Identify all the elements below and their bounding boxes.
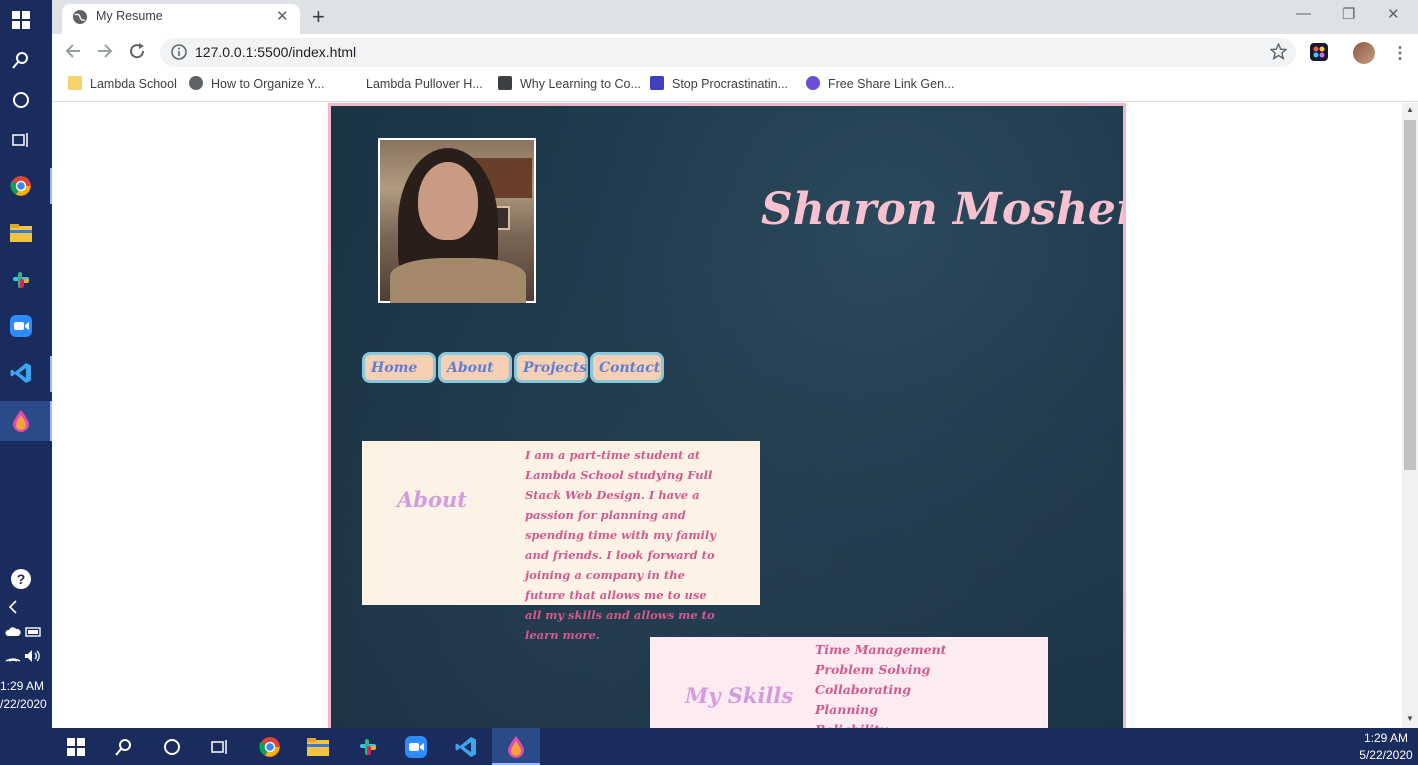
scrollbar-thumb[interactable] — [1404, 120, 1416, 470]
nav-home[interactable]: Home — [362, 352, 436, 383]
file-explorer-icon[interactable] — [306, 735, 330, 759]
taskbar-clock-date[interactable]: 5/22/2020 — [1356, 748, 1416, 762]
resume-page: Sharon Mosher Home About Projects Contac… — [328, 103, 1126, 728]
doc-icon — [498, 76, 512, 90]
skills-list: Time Management Problem Solving Collabor… — [815, 640, 946, 728]
chevron-left-icon[interactable] — [0, 594, 26, 620]
page-title: Sharon Mosher — [761, 184, 1126, 235]
search-icon[interactable] — [8, 47, 34, 73]
bookmark-why-learning[interactable]: Why Learning to Co... — [498, 76, 641, 91]
help-icon[interactable]: ? — [8, 566, 34, 592]
nav-about[interactable]: About — [438, 352, 512, 383]
windows-start-icon[interactable] — [64, 735, 88, 759]
search-icon[interactable] — [112, 735, 136, 759]
volume-icon[interactable] — [20, 643, 46, 669]
globe-icon — [189, 76, 203, 90]
skills-section: My Skills Time Management Problem Solvin… — [650, 637, 1048, 728]
lambda-icon — [344, 76, 358, 90]
chrome-icon[interactable] — [8, 173, 34, 199]
profile-photo — [378, 138, 536, 303]
skill-item: Reliability — [815, 720, 946, 728]
tab-close-icon[interactable]: ✕ — [276, 7, 289, 25]
bookmark-lambda-school[interactable]: Lambda School — [68, 76, 177, 91]
slack-icon[interactable] — [8, 267, 34, 293]
about-text: I am a part-time student at Lambda Schoo… — [525, 448, 716, 642]
skills-heading: My Skills — [685, 683, 794, 708]
close-window-icon[interactable]: ✕ — [1387, 5, 1400, 23]
bookmark-lambda-pullover[interactable]: Lambda Pullover H... — [344, 76, 483, 91]
skill-item: Problem Solving — [815, 662, 931, 677]
globe-icon — [72, 9, 88, 30]
zoom-icon[interactable] — [404, 735, 428, 759]
page-viewport: Sharon Mosher Home About Projects Contac… — [52, 103, 1402, 728]
paint-drop-icon[interactable] — [8, 408, 34, 434]
back-icon[interactable] — [64, 42, 82, 65]
chrome-icon[interactable] — [258, 735, 282, 759]
bookmark-free-share-link[interactable]: Free Share Link Gen... — [806, 76, 954, 91]
battery-icon[interactable] — [20, 619, 46, 645]
cortana-icon[interactable] — [8, 87, 34, 113]
bookmark-how-to-organize[interactable]: How to Organize Y... — [189, 76, 325, 91]
scroll-down-icon[interactable]: ▼ — [1406, 714, 1414, 723]
svg-text:?: ? — [17, 571, 26, 587]
cortana-icon[interactable] — [160, 735, 184, 759]
skill-item: Collaborating — [815, 682, 911, 697]
tab-title: My Resume — [96, 9, 163, 23]
restore-icon[interactable]: ❐ — [1342, 5, 1355, 23]
taskbar-clock-time[interactable]: 1:29 AM — [1356, 731, 1416, 745]
forward-icon[interactable] — [96, 42, 114, 65]
task-view-icon[interactable] — [8, 127, 34, 153]
paint-drop-icon[interactable] — [504, 735, 528, 759]
bookmark-stop-procrastinating[interactable]: Stop Procrastinatin... — [650, 76, 788, 91]
sidebar-time: 1:29 AM — [0, 679, 45, 693]
menu-kebab-icon[interactable]: ⋮ — [1392, 43, 1408, 63]
nav-contact[interactable]: Contact — [590, 352, 664, 383]
video-icon — [650, 76, 664, 90]
slack-icon[interactable] — [356, 735, 380, 759]
new-tab-icon[interactable]: + — [312, 4, 325, 30]
task-view-icon[interactable] — [208, 735, 232, 759]
url-text[interactable]: 127.0.0.1:5500/index.html — [195, 44, 356, 60]
extension-icon[interactable] — [1310, 43, 1328, 66]
minimize-icon[interactable]: — — [1296, 5, 1311, 22]
skill-item: Time Management — [815, 642, 947, 657]
zoom-icon[interactable] — [8, 313, 34, 339]
scroll-up-icon[interactable]: ▲ — [1406, 105, 1414, 114]
bookmark-star-icon[interactable] — [1269, 42, 1288, 65]
profile-avatar[interactable] — [1353, 42, 1375, 64]
about-section: About I am a part-time student at Lambda… — [362, 441, 760, 642]
windows-start-icon[interactable] — [8, 7, 34, 33]
info-icon[interactable] — [171, 44, 187, 65]
sidebar-date: /22/2020 — [0, 697, 47, 711]
link-icon — [806, 76, 820, 90]
vscode-icon[interactable] — [454, 735, 478, 759]
about-heading: About — [397, 487, 467, 512]
nav-projects[interactable]: Projects — [514, 352, 588, 383]
vscode-icon[interactable] — [8, 360, 34, 386]
file-explorer-icon[interactable] — [8, 220, 34, 246]
folder-icon — [68, 76, 82, 90]
reload-icon[interactable] — [128, 42, 146, 65]
skill-item: Planning — [815, 702, 879, 717]
